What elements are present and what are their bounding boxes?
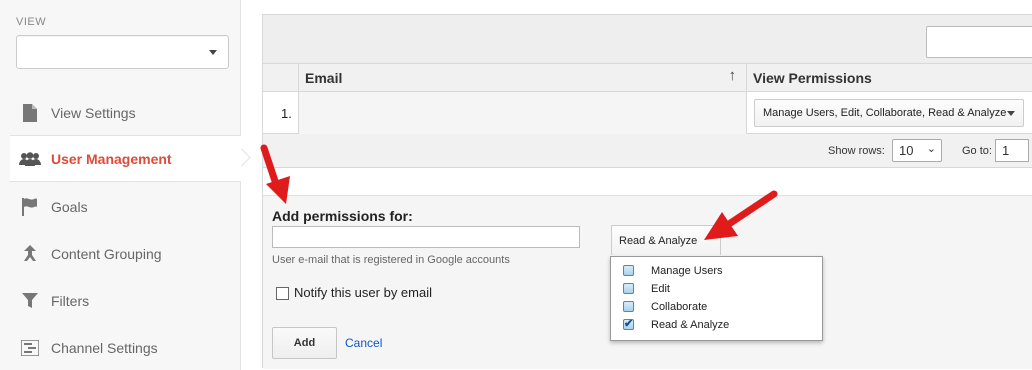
document-icon bbox=[19, 102, 41, 124]
add-permissions-section: Add permissions for: User e-mail that is… bbox=[263, 195, 1032, 369]
sidebar-item-label: User Management bbox=[51, 150, 172, 167]
sidebar-item-label: Channel Settings bbox=[51, 339, 158, 356]
chevron-down-icon bbox=[209, 50, 217, 55]
notify-label[interactable]: Notify this user by email bbox=[294, 285, 432, 300]
row-number-header bbox=[263, 64, 299, 92]
sidebar-item-goals[interactable]: Goals bbox=[10, 183, 241, 230]
row-permissions-dropdown[interactable]: Manage Users, Edit, Collaborate, Read & … bbox=[754, 99, 1024, 127]
sidebar-item-label: Content Grouping bbox=[51, 245, 162, 262]
checkbox-icon[interactable] bbox=[623, 283, 634, 294]
view-label: VIEW bbox=[16, 16, 47, 28]
table-toolbar bbox=[263, 15, 1032, 64]
goto-input[interactable]: 1 bbox=[995, 139, 1029, 162]
permission-option-edit[interactable]: Edit bbox=[611, 281, 824, 299]
search-input[interactable] bbox=[926, 26, 1032, 58]
permission-option-manage-users[interactable]: Manage Users bbox=[611, 263, 824, 281]
checkbox-icon[interactable] bbox=[623, 301, 634, 312]
goto-label: Go to: bbox=[962, 145, 992, 157]
permission-menu: Manage Users Edit Collaborate Read & Ana… bbox=[610, 256, 823, 341]
permission-option-read-analyze[interactable]: Read & Analyze bbox=[611, 317, 824, 335]
sort-up-arrow-icon[interactable]: ↑ bbox=[729, 67, 737, 84]
sidebar-item-label: Goals bbox=[51, 198, 88, 215]
chevron-down-icon: ⌄ bbox=[926, 143, 936, 155]
flag-icon bbox=[19, 196, 41, 218]
permission-option-collaborate[interactable]: Collaborate bbox=[611, 299, 824, 317]
sidebar-item-label: Filters bbox=[51, 292, 90, 309]
grouping-icon bbox=[19, 243, 41, 265]
email-hint: User e-mail that is registered in Google… bbox=[272, 254, 510, 266]
channel-settings-icon bbox=[19, 337, 41, 359]
annotation-arrow-down-icon bbox=[260, 144, 290, 204]
add-button[interactable]: Add bbox=[272, 327, 337, 359]
chevron-down-icon bbox=[1007, 111, 1015, 116]
cancel-link[interactable]: Cancel bbox=[345, 336, 382, 350]
filter-icon bbox=[19, 290, 41, 312]
show-rows-label: Show rows: bbox=[828, 145, 885, 157]
sidebar-item-content-grouping[interactable]: Content Grouping bbox=[10, 230, 241, 277]
checkbox-icon[interactable] bbox=[623, 265, 634, 276]
sidebar: VIEW View Settings User Management Goals… bbox=[0, 0, 241, 370]
sidebar-item-filters[interactable]: Filters bbox=[10, 277, 241, 324]
sidebar-item-view-settings[interactable]: View Settings bbox=[10, 89, 241, 136]
annotation-arrow-left-icon bbox=[704, 190, 778, 240]
row-email bbox=[299, 92, 747, 134]
user-management-panel: Email ↑ View Permissions 1. Manage Users… bbox=[262, 14, 1032, 369]
email-field[interactable] bbox=[272, 226, 580, 248]
table-row: 1. Manage Users, Edit, Collaborate, Read… bbox=[263, 92, 1032, 134]
checkbox-checked-icon[interactable] bbox=[623, 317, 634, 330]
sidebar-item-label: View Settings bbox=[51, 104, 136, 121]
permissions-column-header: View Permissions bbox=[753, 70, 872, 86]
sidebar-item-channel-settings[interactable]: Channel Settings bbox=[10, 324, 241, 370]
table-pager: Show rows: 10 ⌄ Go to: 1 bbox=[263, 134, 1032, 168]
email-column-header[interactable]: Email ↑ bbox=[299, 64, 747, 92]
sidebar-item-user-management[interactable]: User Management bbox=[10, 135, 241, 182]
view-select[interactable] bbox=[16, 35, 229, 69]
show-rows-select[interactable]: 10 ⌄ bbox=[892, 139, 942, 162]
row-number: 1. bbox=[263, 92, 299, 134]
notify-checkbox[interactable] bbox=[276, 287, 289, 300]
table-header: Email ↑ View Permissions bbox=[263, 64, 1032, 92]
users-icon bbox=[19, 148, 41, 170]
